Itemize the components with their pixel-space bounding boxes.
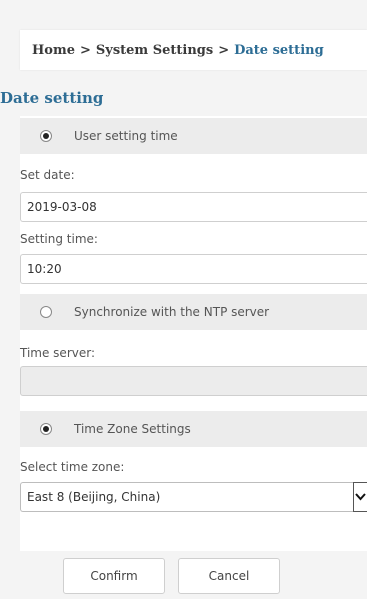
time-zone-settings-option[interactable]: Time Zone Settings xyxy=(20,411,367,447)
time-server-input[interactable] xyxy=(20,366,367,396)
breadcrumb-separator: > xyxy=(218,42,230,58)
set-date-input[interactable]: 2019-03-08 xyxy=(20,192,367,222)
time-zone-selected-value: East 8 (Beijing, China) xyxy=(27,490,161,504)
time-zone-settings-label: Time Zone Settings xyxy=(74,422,191,436)
set-date-label: Set date: xyxy=(20,168,75,182)
breadcrumb-system-settings[interactable]: System Settings xyxy=(96,43,213,58)
breadcrumb-separator: > xyxy=(79,42,91,58)
breadcrumb-home[interactable]: Home xyxy=(32,43,75,58)
confirm-button[interactable]: Confirm xyxy=(63,558,165,594)
ntp-sync-option[interactable]: Synchronize with the NTP server xyxy=(20,294,367,330)
setting-time-label: Setting time: xyxy=(20,232,98,246)
user-setting-time-radio[interactable] xyxy=(40,130,52,142)
chevron-down-icon[interactable] xyxy=(353,482,367,512)
ntp-sync-label: Synchronize with the NTP server xyxy=(74,305,270,319)
user-setting-time-label: User setting time xyxy=(74,129,178,143)
time-zone-settings-radio[interactable] xyxy=(40,423,52,435)
date-settings-panel: User setting time Set date: 2019-03-08 S… xyxy=(20,116,367,551)
time-zone-select[interactable]: East 8 (Beijing, China) xyxy=(20,482,367,512)
breadcrumb: Home > System Settings > Date setting xyxy=(20,30,367,70)
ntp-sync-radio[interactable] xyxy=(40,306,52,318)
cancel-button[interactable]: Cancel xyxy=(178,558,280,594)
setting-time-input[interactable]: 10:20 xyxy=(20,254,367,284)
breadcrumb-current: Date setting xyxy=(234,42,324,58)
select-time-zone-label: Select time zone: xyxy=(20,460,125,474)
user-setting-time-option[interactable]: User setting time xyxy=(20,118,367,154)
time-server-label: Time server: xyxy=(20,346,95,360)
page-title: Date setting xyxy=(0,89,104,107)
